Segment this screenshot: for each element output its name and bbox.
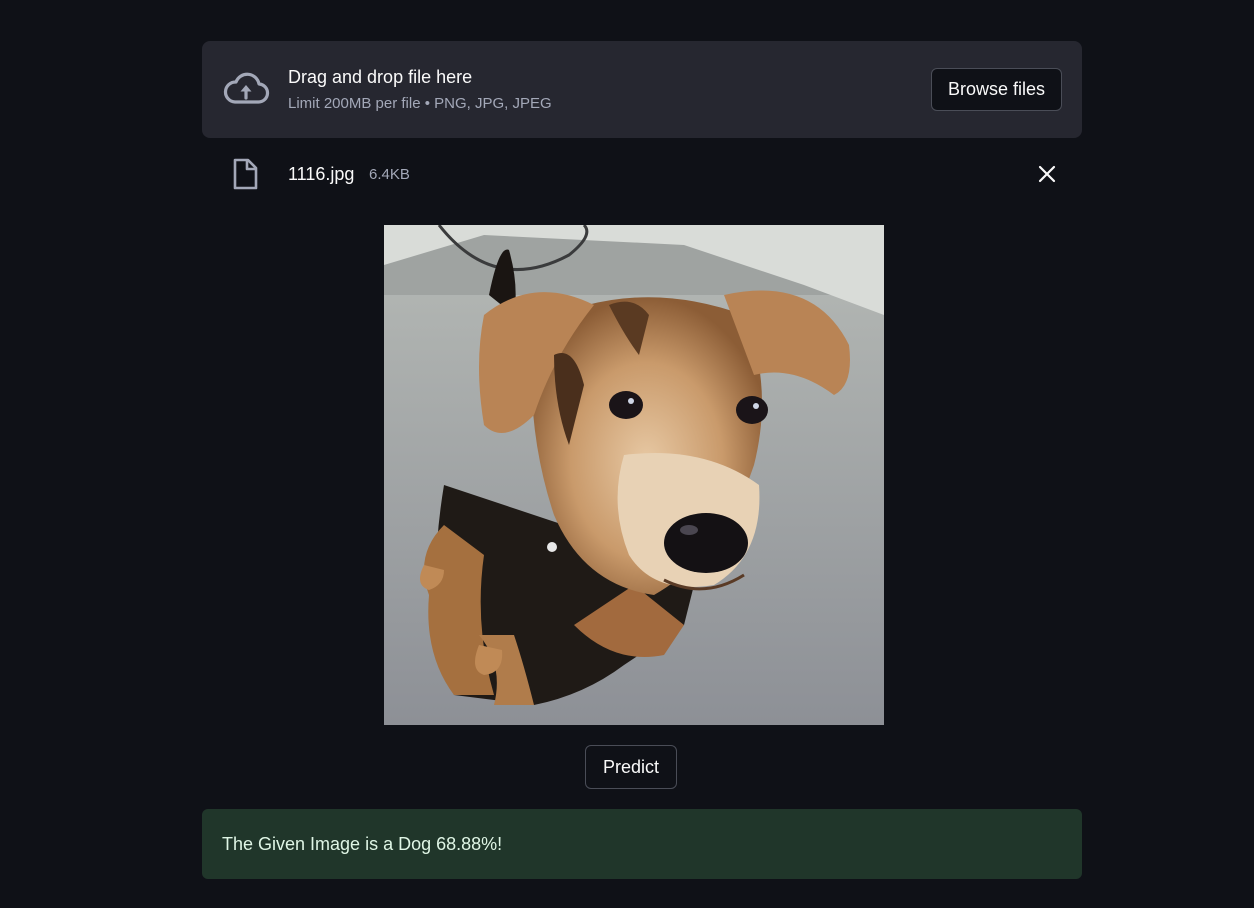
browse-files-button[interactable]: Browse files	[930, 68, 1062, 111]
main-container: Drag and drop file here Limit 200MB per …	[202, 41, 1082, 879]
dog-image	[384, 225, 884, 725]
predict-button[interactable]: Predict	[585, 745, 677, 789]
dropzone-instructions: Drag and drop file here Limit 200MB per …	[288, 65, 552, 114]
dropzone-title: Drag and drop file here	[288, 67, 473, 87]
file-icon	[233, 158, 258, 190]
file-size: 6.4KB	[369, 166, 410, 183]
dropzone-limit-text: Limit 200MB per file • PNG, JPG, JPEG	[288, 95, 552, 112]
prediction-result-alert: The Given Image is a Dog 68.88%!	[202, 809, 1082, 879]
remove-file-button[interactable]	[1034, 161, 1060, 187]
file-name: 1116.jpg	[288, 164, 355, 184]
file-dropzone[interactable]: Drag and drop file here Limit 200MB per …	[202, 41, 1082, 138]
uploaded-image	[384, 225, 884, 725]
close-icon	[1038, 165, 1056, 183]
cloud-upload-icon	[223, 72, 270, 104]
uploaded-file-row: 1116.jpg 6.4KB	[202, 138, 1082, 212]
